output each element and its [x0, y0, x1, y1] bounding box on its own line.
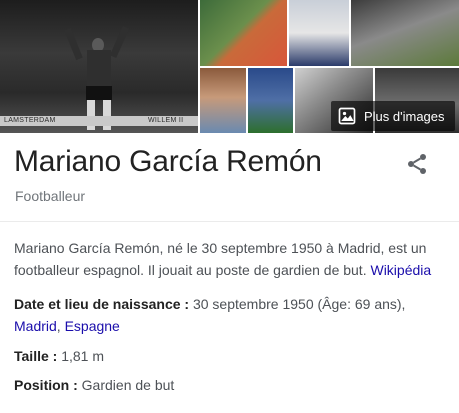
stadium-banner: LAMSTERDAM WILLEM II: [0, 116, 198, 126]
photo-thumbnail[interactable]: [289, 0, 349, 66]
entity-description: Mariano García Remón, né le 30 septembre…: [14, 237, 444, 281]
fact-position-label: Position :: [14, 377, 78, 393]
divider: [0, 221, 459, 222]
fact-height-value: 1,81 m: [61, 348, 105, 364]
image-gallery-icon: [337, 106, 357, 126]
photo-thumbnail[interactable]: [200, 0, 287, 66]
image-grid: LAMSTERDAM WILLEM II Plus d'images: [0, 0, 459, 133]
more-images-label: Plus d'images: [364, 108, 445, 124]
fact-birth: Date et lieu de naissance : 30 septembre…: [14, 293, 444, 337]
description-text: Mariano García Remón, né le 30 septembre…: [14, 240, 427, 278]
share-icon[interactable]: [405, 152, 429, 176]
entity-title: Mariano García Remón: [14, 145, 322, 178]
fact-position: Position : Gardien de but: [14, 374, 444, 396]
birthplace-separator: ,: [56, 318, 61, 334]
photo-thumbnail[interactable]: [200, 68, 246, 133]
fact-birth-label: Date et lieu de naissance :: [14, 296, 190, 312]
fact-position-value: Gardien de but: [81, 377, 175, 393]
knowledge-panel: LAMSTERDAM WILLEM II Plus d'images Maria…: [0, 0, 459, 413]
entity-subtitle: Footballeur: [15, 188, 86, 204]
photo-thumbnail[interactable]: [351, 0, 459, 66]
main-photo[interactable]: LAMSTERDAM WILLEM II: [0, 0, 198, 133]
photo-thumbnail[interactable]: [248, 68, 293, 133]
fact-birth-value: 30 septembre 1950 (Âge: 69 ans),: [192, 296, 406, 312]
more-images-button[interactable]: Plus d'images: [331, 101, 455, 131]
wikipedia-link[interactable]: Wikipédia: [370, 262, 431, 278]
birthplace-city-link[interactable]: Madrid: [14, 318, 57, 334]
birthplace-country-link[interactable]: Espagne: [65, 318, 120, 334]
fact-height-label: Taille :: [14, 348, 58, 364]
fact-height: Taille : 1,81 m: [14, 345, 444, 367]
